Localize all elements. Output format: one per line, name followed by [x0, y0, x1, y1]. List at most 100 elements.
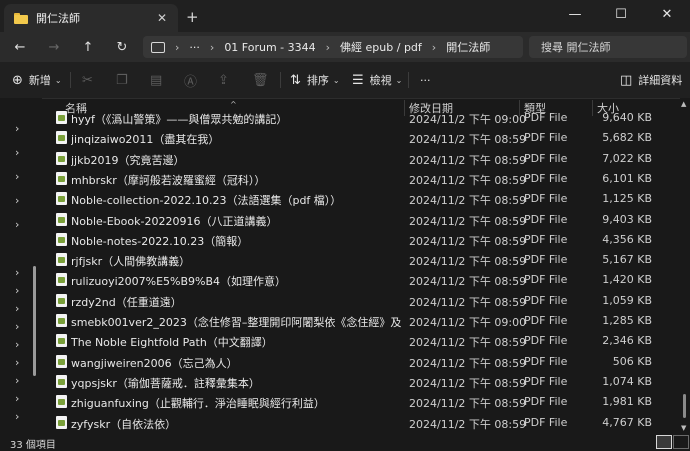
chevron-right-icon: ›: [209, 40, 215, 54]
pdf-file-icon: [56, 131, 67, 145]
chevron-down-icon: ⌄: [395, 75, 403, 85]
minimize-button[interactable]: —: [552, 0, 598, 28]
file-name: smebk001ver2_2023（念住修習–整理開印阿闍梨依《念住經》及注疏的…: [71, 316, 401, 329]
file-row[interactable]: zhiguanfuxing（止觀輔行．淨治睡眠與經行利益） 2024/11/2 下…: [42, 392, 682, 412]
chevron-right-icon[interactable]: ›: [15, 374, 19, 387]
file-size: 4,356 KB: [602, 232, 652, 246]
pdf-file-icon: [56, 314, 67, 327]
breadcrumb-item-2[interactable]: 開仁法師: [446, 39, 490, 55]
chevron-right-icon[interactable]: ›: [15, 218, 19, 231]
rename-button[interactable]: Ⓐ: [184, 70, 203, 90]
file-row[interactable]: rjfjskr（人間佛教講義） 2024/11/2 下午 08:59 PDF Fil…: [42, 250, 682, 270]
file-row[interactable]: rzdy2nd（任重道遠） 2024/11/2 下午 08:59 PDF File 1…: [42, 291, 682, 311]
rename-icon: Ⓐ: [184, 74, 198, 90]
pdf-file-icon: [56, 273, 67, 287]
search-input[interactable]: 搜尋 開仁法師: [529, 36, 687, 58]
chevron-right-icon[interactable]: ›: [15, 284, 19, 297]
file-row[interactable]: jjkb2019（究竟苦邊） 2024/11/2 下午 08:59 PDF File…: [42, 149, 682, 169]
chevron-right-icon[interactable]: ›: [15, 170, 19, 183]
breadcrumb-item-1[interactable]: 佛經 epub / pdf: [340, 39, 422, 55]
scroll-down-icon[interactable]: ▼: [681, 424, 686, 432]
file-name: zyfyskr（自依法依）: [71, 417, 177, 431]
chevron-right-icon[interactable]: ›: [15, 356, 19, 369]
chevron-right-icon[interactable]: ›: [15, 194, 19, 207]
nav-pane-scrollbar[interactable]: [33, 266, 36, 376]
file-row[interactable]: Noble-notes-2022.10.23（簡報） 2024/11/2 下午 0…: [42, 230, 682, 250]
delete-button[interactable]: 🗑: [252, 70, 275, 90]
pdf-file-icon: [56, 232, 67, 246]
chevron-right-icon[interactable]: ›: [15, 410, 19, 423]
folder-icon: [14, 12, 28, 24]
chevron-right-icon[interactable]: ›: [15, 146, 19, 159]
file-row[interactable]: zyfyskr（自依法依） 2024/11/2 下午 08:59 PDF File 4…: [42, 413, 682, 433]
file-type: PDF File: [524, 314, 568, 327]
breadcrumb-more[interactable]: ···: [189, 41, 200, 54]
chevron-right-icon[interactable]: ›: [15, 338, 19, 351]
details-pane-button[interactable]: ◫ 詳細資料: [620, 70, 682, 90]
cut-button[interactable]: ✂: [82, 70, 99, 90]
breadcrumb-item-0[interactable]: 01 Forum - 3344: [224, 41, 315, 54]
file-row[interactable]: Noble-collection-2022.10.23（法語選集（pdf 檔））…: [42, 189, 682, 209]
status-bar: 33 個項目: [0, 434, 690, 451]
scroll-up-icon[interactable]: ▲: [681, 100, 686, 108]
file-row[interactable]: wangjiweiren2006（忘己為人） 2024/11/2 下午 08:59…: [42, 352, 682, 372]
file-size: 506 KB: [612, 354, 652, 368]
file-date: 2024/11/2 下午 08:59: [409, 214, 527, 228]
file-size: 1,074 KB: [602, 374, 652, 388]
file-list-scrollbar[interactable]: ▲ ▼: [680, 98, 690, 434]
file-row[interactable]: jinqizaiwo2011（盡其在我） 2024/11/2 下午 08:59 PD…: [42, 128, 682, 148]
back-button[interactable]: ←: [9, 37, 31, 57]
more-options-button[interactable]: ···: [420, 70, 431, 90]
refresh-button[interactable]: ↻: [111, 37, 133, 57]
chevron-right-icon[interactable]: ›: [15, 320, 19, 333]
file-row[interactable]: rulizuoyi2007%E5%B9%B4（如理作意） 2024/11/2 下午…: [42, 270, 682, 290]
maximize-button[interactable]: ☐: [598, 0, 644, 28]
file-date: 2024/11/2 下午 08:59: [409, 275, 527, 289]
address-bar[interactable]: › ··· › 01 Forum - 3344 › 佛經 epub / pdf …: [143, 36, 523, 58]
up-button[interactable]: ↑: [77, 37, 99, 57]
details-view-icon[interactable]: [656, 435, 672, 449]
view-button[interactable]: ☰ 檢視 ⌄: [352, 70, 402, 90]
tiles-view-icon[interactable]: [673, 435, 689, 449]
copy-icon: ❐: [116, 72, 128, 88]
file-date: 2024/11/2 下午 09:00: [409, 113, 527, 126]
file-row[interactable]: Noble-Ebook-20220916（八正道講義） 2024/11/2 下午 …: [42, 210, 682, 230]
file-row[interactable]: mhbrskr（摩訶般若波羅蜜經（冠科）） 2024/11/2 下午 08:59 P…: [42, 169, 682, 189]
file-type: PDF File: [524, 293, 568, 307]
chevron-down-icon: ⌄: [54, 75, 62, 85]
share-button[interactable]: ⇪: [218, 70, 235, 90]
file-type: PDF File: [524, 253, 568, 267]
chevron-right-icon[interactable]: ›: [15, 266, 19, 279]
share-icon: ⇪: [218, 72, 229, 88]
file-row[interactable]: yqpsjskr（瑜伽菩薩戒．註釋彙集本） 2024/11/2 下午 08:59 P…: [42, 372, 682, 392]
file-row[interactable]: The Noble Eightfold Path（中文翻譯） 2024/11/2 …: [42, 331, 682, 351]
tab-title: 開仁法師: [36, 12, 80, 25]
file-row[interactable]: hyyf（《潙山警策》——與僧眾共勉的講記） 2024/11/2 下午 09:00…: [42, 108, 682, 128]
command-bar: ⊕ 新增 ⌄ ✂ ❐ ▤ Ⓐ ⇪ 🗑 ⇅ 排序 ⌄ ☰ 檢視 ⌄ ··· ◫ 詳…: [0, 62, 690, 99]
tab-current-folder[interactable]: 開仁法師 ✕: [4, 4, 178, 32]
file-type: PDF File: [524, 151, 568, 165]
close-window-button[interactable]: ✕: [644, 0, 690, 28]
file-row[interactable]: smebk001ver2_2023（念住修習–整理開印阿闍梨依《念住經》及注疏的…: [42, 311, 682, 331]
paste-button[interactable]: ▤: [150, 70, 168, 90]
pdf-file-icon: [56, 334, 67, 348]
chevron-right-icon[interactable]: ›: [15, 122, 19, 135]
copy-button[interactable]: ❐: [116, 70, 134, 90]
navigation-bar: ← → ↑ ↻ › ··· › 01 Forum - 3344 › 佛經 epu…: [0, 32, 690, 62]
forward-button[interactable]: →: [43, 37, 65, 57]
sort-button[interactable]: ⇅ 排序 ⌄: [290, 70, 340, 90]
chevron-right-icon[interactable]: ›: [15, 392, 19, 405]
chevron-right-icon[interactable]: ›: [15, 302, 19, 315]
file-date: 2024/11/2 下午 08:59: [409, 295, 527, 309]
chevron-down-icon: ⌄: [332, 75, 340, 85]
file-size: 1,125 KB: [602, 192, 652, 206]
scrollbar-thumb[interactable]: [683, 394, 686, 418]
plus-circle-icon: ⊕: [12, 72, 23, 88]
file-size: 1,981 KB: [602, 395, 652, 409]
sort-label: 排序: [306, 74, 329, 87]
new-tab-button[interactable]: +: [186, 8, 199, 26]
file-name: rzdy2nd（任重道遠）: [71, 295, 182, 309]
tab-close-icon[interactable]: ✕: [154, 11, 170, 25]
file-date: 2024/11/2 下午 08:59: [409, 234, 527, 248]
new-button[interactable]: ⊕ 新增 ⌄: [12, 70, 62, 90]
